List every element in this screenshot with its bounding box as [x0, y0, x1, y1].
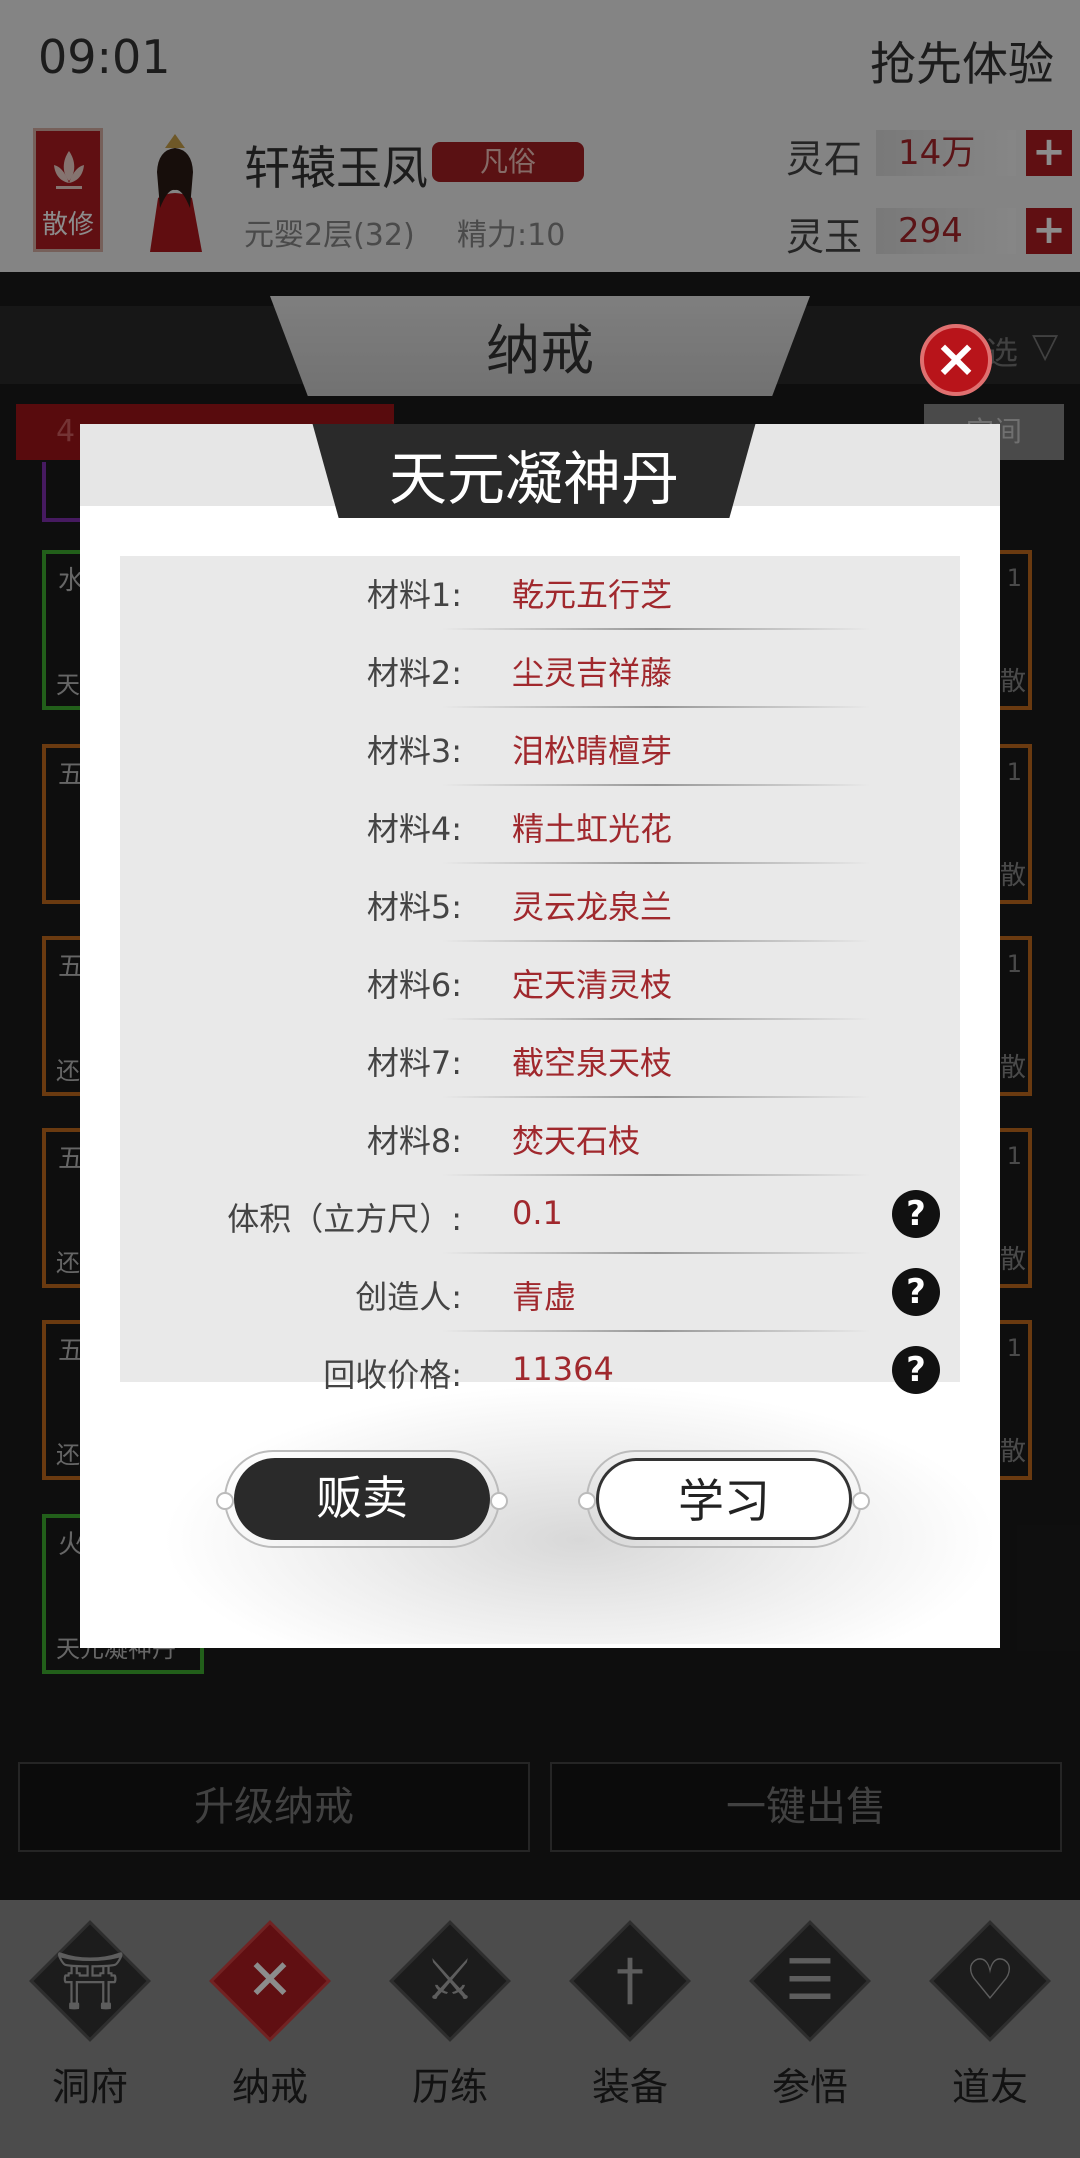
row-divider	[442, 628, 870, 630]
info-value: 灵云龙泉兰	[512, 888, 673, 926]
row-divider	[442, 1174, 870, 1176]
sell-button-frame: 贩卖	[216, 1450, 508, 1548]
info-row: 材料2: 尘灵吉祥藤	[120, 634, 960, 712]
sell-button[interactable]: 贩卖	[234, 1458, 490, 1540]
info-value: 11364	[512, 1350, 614, 1388]
info-row: 创造人: 青虚 ?	[120, 1258, 960, 1336]
row-divider	[442, 706, 870, 708]
info-value: 精土虹光花	[512, 810, 673, 848]
info-label: 创造人:	[355, 1278, 462, 1316]
info-value: 定天清灵枝	[512, 966, 673, 1004]
info-value: 乾元五行芝	[512, 576, 673, 614]
info-value: 0.1	[512, 1194, 563, 1232]
info-row: 材料7: 截空泉天枝	[120, 1024, 960, 1102]
row-divider	[442, 862, 870, 864]
row-divider	[442, 784, 870, 786]
info-value: 泪松睛檀芽	[512, 732, 673, 770]
info-label: 材料8:	[366, 1122, 462, 1160]
info-row: 材料8: 焚天石枝	[120, 1102, 960, 1180]
item-info-panel: 材料1: 乾元五行芝 材料2: 尘灵吉祥藤 材料3: 泪松睛檀芽 材料4: 精土…	[120, 556, 960, 1394]
learn-button-frame: 学习	[578, 1450, 870, 1548]
info-label: 材料2:	[366, 654, 462, 692]
modal-title: 天元凝神丹	[388, 445, 679, 513]
info-row: 材料6: 定天清灵枝	[120, 946, 960, 1024]
row-divider	[442, 1018, 870, 1020]
info-value: 截空泉天枝	[512, 1044, 673, 1082]
info-label: 材料4:	[366, 810, 462, 848]
info-label: 材料5:	[366, 888, 462, 926]
item-detail-modal: 天元凝神丹 材料1: 乾元五行芝 材料2: 尘灵吉祥藤 材料3: 泪松睛檀芽 材…	[80, 424, 1000, 1648]
info-row: 材料4: 精土虹光花	[120, 790, 960, 868]
volume-help-icon[interactable]: ?	[892, 1190, 940, 1238]
info-row: 体积（立方尺）: 0.1 ?	[120, 1180, 960, 1258]
info-value: 青虚	[512, 1278, 577, 1316]
info-label: 材料3:	[366, 732, 462, 770]
learn-button[interactable]: 学习	[596, 1458, 852, 1540]
info-label: 材料7:	[366, 1044, 462, 1082]
row-divider	[442, 1252, 870, 1254]
info-label: 材料1:	[366, 576, 462, 614]
row-divider	[442, 1330, 870, 1332]
info-row: 材料5: 灵云龙泉兰	[120, 868, 960, 946]
info-value: 焚天石枝	[512, 1122, 641, 1160]
info-label: 材料6:	[366, 966, 462, 1004]
info-row: 材料1: 乾元五行芝	[120, 556, 960, 634]
info-label: 体积（立方尺）:	[227, 1200, 462, 1238]
row-divider	[442, 940, 870, 942]
close-modal-button[interactable]: ×	[920, 324, 992, 396]
creator-help-icon[interactable]: ?	[892, 1268, 940, 1316]
row-divider	[442, 1096, 870, 1098]
info-value: 尘灵吉祥藤	[512, 654, 673, 692]
info-row: 材料3: 泪松睛檀芽	[120, 712, 960, 790]
